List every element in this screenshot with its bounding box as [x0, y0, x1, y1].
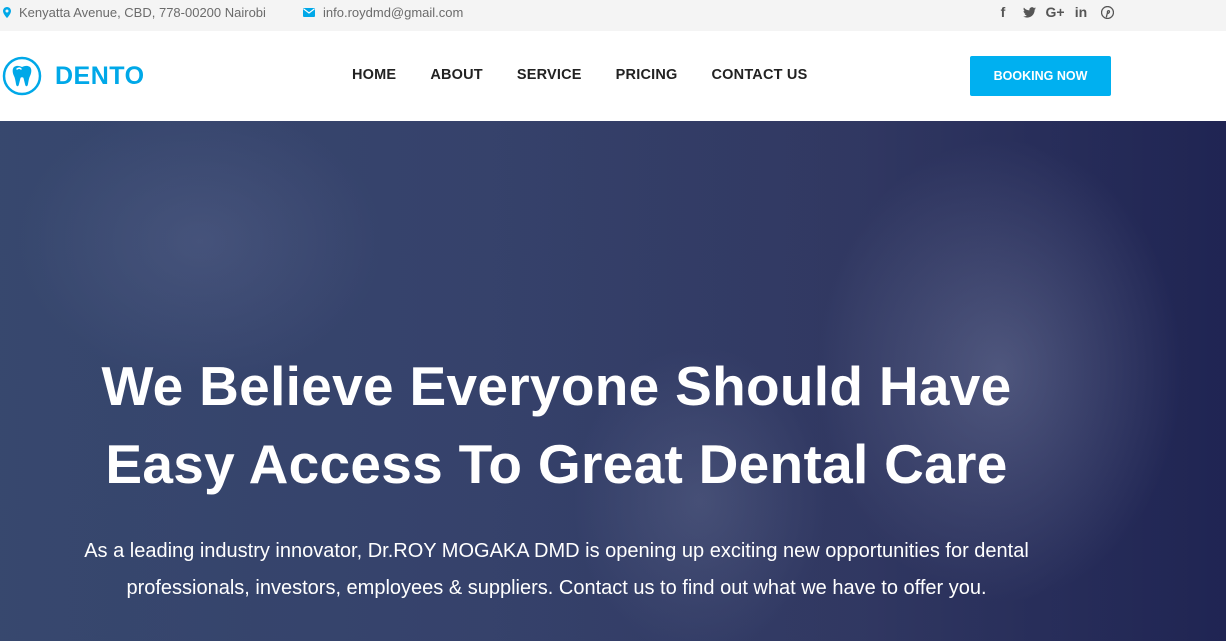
hero-title-line-1: We Believe Everyone Should Have: [101, 355, 1012, 417]
email-info[interactable]: info.roydmd@gmail.com: [303, 0, 463, 25]
google-plus-icon[interactable]: G+: [1042, 2, 1068, 22]
pinterest-icon[interactable]: [1094, 2, 1120, 22]
nav-pricing[interactable]: PRICING: [616, 67, 678, 83]
logo-text: DENTO: [55, 61, 145, 90]
site-logo[interactable]: DENTO: [2, 56, 145, 96]
nav-service[interactable]: SERVICE: [517, 67, 582, 83]
tooth-logo-icon: [2, 56, 42, 96]
linkedin-icon[interactable]: in: [1068, 2, 1094, 22]
main-menu: HOME ABOUT SERVICE PRICING CONTACT US: [352, 67, 841, 83]
social-links: f G+ in: [990, 2, 1120, 22]
address-info: Kenyatta Avenue, CBD, 778-00200 Nairobi: [3, 0, 266, 25]
map-pin-icon: [3, 7, 11, 18]
hero-title: We Believe Everyone Should Have Easy Acc…: [0, 347, 1113, 503]
twitter-icon[interactable]: [1016, 2, 1042, 22]
hero-banner: We Believe Everyone Should Have Easy Acc…: [0, 121, 1226, 641]
hero-text-line-1: As a leading industry innovator, Dr.ROY …: [84, 540, 1029, 562]
hero-description: As a leading industry innovator, Dr.ROY …: [0, 533, 1113, 607]
nav-about[interactable]: ABOUT: [430, 67, 483, 83]
top-info-bar: Kenyatta Avenue, CBD, 778-00200 Nairobi …: [0, 0, 1226, 31]
nav-contact-us[interactable]: CONTACT US: [712, 67, 808, 83]
nav-home[interactable]: HOME: [352, 67, 396, 83]
hero-text-line-2: professionals, investors, employees & su…: [126, 577, 987, 599]
facebook-icon[interactable]: f: [990, 2, 1016, 22]
envelope-icon: [303, 8, 315, 17]
hero-title-line-2: Easy Access To Great Dental Care: [105, 433, 1008, 495]
address-text: Kenyatta Avenue, CBD, 778-00200 Nairobi: [19, 5, 266, 20]
main-navbar: DENTO HOME ABOUT SERVICE PRICING CONTACT…: [0, 31, 1226, 121]
email-text[interactable]: info.roydmd@gmail.com: [323, 5, 463, 20]
booking-now-button[interactable]: BOOKING NOW: [970, 56, 1111, 96]
